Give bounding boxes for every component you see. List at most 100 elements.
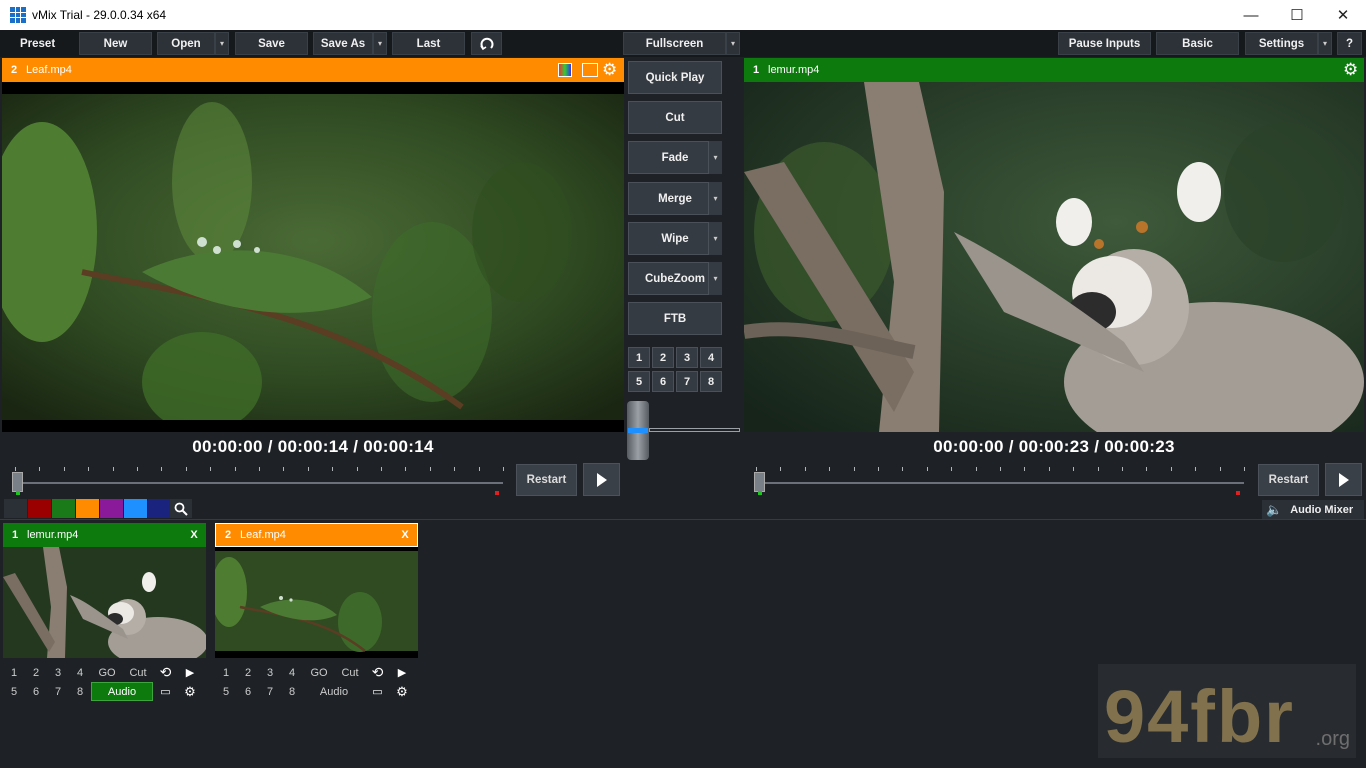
- input-1-go-button[interactable]: GO: [91, 663, 123, 682]
- output-play-icon[interactable]: [1325, 463, 1362, 496]
- t-bar-track[interactable]: [649, 428, 740, 432]
- input-2-monitor-icon[interactable]: ▭: [365, 682, 390, 701]
- cut-button[interactable]: Cut: [628, 101, 722, 134]
- input-2-go-button[interactable]: GO: [303, 663, 335, 682]
- transition-2-button[interactable]: 2: [652, 347, 674, 368]
- seek-tick: [878, 467, 879, 471]
- transition-5-button[interactable]: 5: [628, 371, 650, 392]
- input-2-gear-icon[interactable]: ⚙: [390, 682, 414, 701]
- input-2-overlay-7[interactable]: 7: [259, 682, 281, 701]
- minimize-button[interactable]: —: [1228, 0, 1274, 30]
- transition-6-button[interactable]: 6: [652, 371, 674, 392]
- input-2-cut-button[interactable]: Cut: [335, 663, 365, 682]
- colour-swatch[interactable]: [4, 499, 27, 518]
- wipe-dropdown-icon[interactable]: ▾: [708, 222, 722, 255]
- seek-tick: [976, 467, 977, 471]
- seek-tick: [479, 467, 480, 471]
- seek-tick: [259, 467, 260, 471]
- input-2-close-button[interactable]: X: [393, 529, 417, 541]
- colour-swatch[interactable]: [100, 499, 123, 518]
- search-icon[interactable]: [170, 499, 192, 518]
- colour-swatch[interactable]: [124, 499, 147, 518]
- output-restart-button[interactable]: Restart: [1258, 464, 1319, 496]
- input-tile-1[interactable]: 1 lemur.mp4 X 1 2 3 4 GO Cut ⟲ ▶ 5 6 7 8…: [3, 523, 206, 701]
- fullscreen-button[interactable]: Fullscreen: [623, 32, 726, 55]
- input-1-loop-icon[interactable]: ⟲: [153, 663, 178, 682]
- input-tile-2[interactable]: 2 Leaf.mp4 X 1 2 3 4 GO Cut ⟲ ▶ 5 6 7 8 …: [215, 523, 418, 701]
- preview-gear-icon[interactable]: ⚙: [602, 60, 617, 80]
- close-window-button[interactable]: ✕: [1320, 0, 1366, 30]
- reload-icon[interactable]: [471, 32, 502, 55]
- input-2-overlay-4[interactable]: 4: [281, 663, 303, 682]
- input-1-gear-icon[interactable]: ⚙: [178, 682, 202, 701]
- input-2-overlay-8[interactable]: 8: [281, 682, 303, 701]
- settings-dropdown-icon[interactable]: ▾: [1318, 32, 1332, 55]
- input-2-overlay-1[interactable]: 1: [215, 663, 237, 682]
- input-2-header[interactable]: 2 Leaf.mp4 X: [215, 523, 418, 547]
- transition-7-button[interactable]: 7: [676, 371, 698, 392]
- preview-seek-handle[interactable]: [12, 472, 23, 492]
- input-1-cut-button[interactable]: Cut: [123, 663, 153, 682]
- last-button[interactable]: Last: [392, 32, 465, 55]
- overlay-icon[interactable]: [582, 63, 598, 77]
- input-1-overlay-7[interactable]: 7: [47, 682, 69, 701]
- output-seek-handle[interactable]: [754, 472, 765, 492]
- input-1-thumbnail[interactable]: [3, 547, 206, 658]
- preset-button[interactable]: Preset: [5, 35, 70, 53]
- input-1-overlay-5[interactable]: 5: [3, 682, 25, 701]
- maximize-button[interactable]: ☐: [1274, 0, 1320, 30]
- fullscreen-dropdown-icon[interactable]: ▾: [726, 32, 740, 55]
- save-button[interactable]: Save: [235, 32, 308, 55]
- input-2-play-icon[interactable]: ▶: [390, 663, 414, 682]
- output-gear-icon[interactable]: ⚙: [1343, 60, 1358, 80]
- cubezoom-dropdown-icon[interactable]: ▾: [708, 262, 722, 295]
- settings-button[interactable]: Settings: [1245, 32, 1318, 55]
- colour-swatch[interactable]: [148, 499, 171, 518]
- input-2-overlay-2[interactable]: 2: [237, 663, 259, 682]
- fade-dropdown-icon[interactable]: ▾: [708, 141, 722, 174]
- input-2-overlay-6[interactable]: 6: [237, 682, 259, 701]
- basic-button[interactable]: Basic: [1156, 32, 1239, 55]
- input-1-overlay-3[interactable]: 3: [47, 663, 69, 682]
- input-2-overlay-3[interactable]: 3: [259, 663, 281, 682]
- input-1-play-icon[interactable]: ▶: [178, 663, 202, 682]
- input-1-overlay-1[interactable]: 1: [3, 663, 25, 682]
- transition-8-button[interactable]: 8: [700, 371, 722, 392]
- input-1-overlay-2[interactable]: 2: [25, 663, 47, 682]
- open-dropdown-icon[interactable]: ▾: [215, 32, 229, 55]
- input-1-overlay-6[interactable]: 6: [25, 682, 47, 701]
- input-1-monitor-icon[interactable]: ▭: [153, 682, 178, 701]
- input-1-close-button[interactable]: X: [182, 529, 206, 541]
- input-1-audio-button[interactable]: Audio: [91, 682, 153, 701]
- colour-swatch[interactable]: [28, 499, 51, 518]
- transition-1-button[interactable]: 1: [628, 347, 650, 368]
- preview-play-icon[interactable]: [583, 463, 620, 496]
- colour-swatch[interactable]: [52, 499, 75, 518]
- save-as-dropdown-icon[interactable]: ▾: [373, 32, 387, 55]
- input-2-loop-icon[interactable]: ⟲: [365, 663, 390, 682]
- colour-correction-icon[interactable]: [558, 63, 572, 77]
- transition-4-button[interactable]: 4: [700, 347, 722, 368]
- help-button[interactable]: ?: [1337, 32, 1362, 55]
- preview-seek-track[interactable]: [15, 482, 503, 484]
- colour-swatch[interactable]: [76, 499, 99, 518]
- pause-inputs-button[interactable]: Pause Inputs: [1058, 32, 1151, 55]
- seek-tick: [756, 467, 757, 471]
- seek-tick: [805, 467, 806, 471]
- merge-dropdown-icon[interactable]: ▾: [708, 182, 722, 215]
- preview-restart-button[interactable]: Restart: [516, 464, 577, 496]
- input-1-overlay-8[interactable]: 8: [69, 682, 91, 701]
- new-button[interactable]: New: [79, 32, 152, 55]
- quick-play-button[interactable]: Quick Play: [628, 61, 722, 94]
- input-1-header[interactable]: 1 lemur.mp4 X: [3, 523, 206, 547]
- input-2-audio-button[interactable]: Audio: [303, 682, 365, 701]
- input-2-overlay-5[interactable]: 5: [215, 682, 237, 701]
- transition-3-button[interactable]: 3: [676, 347, 698, 368]
- input-1-overlay-4[interactable]: 4: [69, 663, 91, 682]
- save-as-button[interactable]: Save As: [313, 32, 373, 55]
- input-2-thumbnail[interactable]: [215, 547, 418, 658]
- open-button[interactable]: Open: [157, 32, 215, 55]
- ftb-button[interactable]: FTB: [628, 302, 722, 335]
- output-seek-track[interactable]: [756, 482, 1244, 484]
- audio-mixer-button[interactable]: 🔈 Audio Mixer: [1262, 500, 1364, 519]
